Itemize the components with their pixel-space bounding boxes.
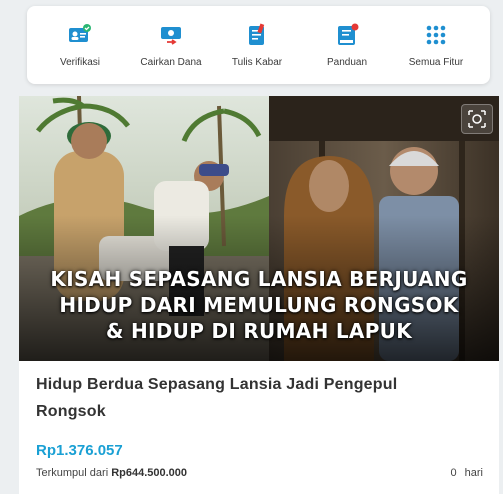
campaign-collected-info: Terkumpul dari Rp644.500.000	[36, 467, 187, 479]
withdraw-funds-icon	[159, 23, 183, 47]
camera-lens-icon	[468, 110, 486, 128]
menu-item-cairkan-dana[interactable]: Cairkan Dana	[125, 6, 217, 84]
headline-line-3: & HIDUP DI RUMAH LAPUK	[106, 319, 412, 343]
menu-item-label: Verifikasi	[59, 57, 100, 68]
headline-line-2: HIDUP DARI MEMULUNG RONGSOK	[59, 293, 459, 317]
quick-menu-card: Verifikasi Cairkan Dana Tulis Kabar Pand…	[27, 6, 490, 84]
days-value: 0	[450, 467, 457, 479]
menu-item-verifikasi[interactable]: Verifikasi	[34, 6, 126, 84]
campaign-days-left: 0 hari	[451, 467, 483, 479]
campaign-title[interactable]: Hidup Berdua Sepasang Lansia Jadi Pengep…	[36, 371, 466, 425]
campaign-image-headline: KISAH SEPASANG LANSIA BERJUANG HIDUP DAR…	[19, 266, 499, 344]
menu-item-label: Tulis Kabar	[231, 57, 283, 68]
campaign-image[interactable]: KISAH SEPASANG LANSIA BERJUANG HIDUP DAR…	[19, 96, 499, 361]
guide-icon	[335, 23, 359, 47]
menu-item-label: Semua Fitur	[408, 57, 464, 68]
verification-icon	[68, 23, 92, 47]
campaign-amount-raised: Rp1.376.057	[36, 442, 123, 459]
image-lens-button[interactable]	[461, 104, 493, 134]
headline-line-1: KISAH SEPASANG LANSIA BERJUANG	[50, 267, 468, 291]
menu-item-panduan[interactable]: Panduan	[301, 6, 393, 84]
campaign-target: Rp644.500.000	[111, 467, 188, 479]
collected-prefix: Terkumpul dari	[36, 467, 109, 479]
menu-item-semua-fitur[interactable]: Semua Fitur	[390, 6, 482, 84]
all-features-grid-icon	[424, 23, 448, 47]
menu-item-label: Cairkan Dana	[140, 57, 202, 68]
campaign-card[interactable]: KISAH SEPASANG LANSIA BERJUANG HIDUP DAR…	[19, 96, 499, 494]
days-label: hari	[464, 467, 483, 479]
menu-item-tulis-kabar[interactable]: Tulis Kabar	[211, 6, 303, 84]
write-news-icon	[245, 23, 269, 47]
menu-item-label: Panduan	[326, 57, 368, 68]
